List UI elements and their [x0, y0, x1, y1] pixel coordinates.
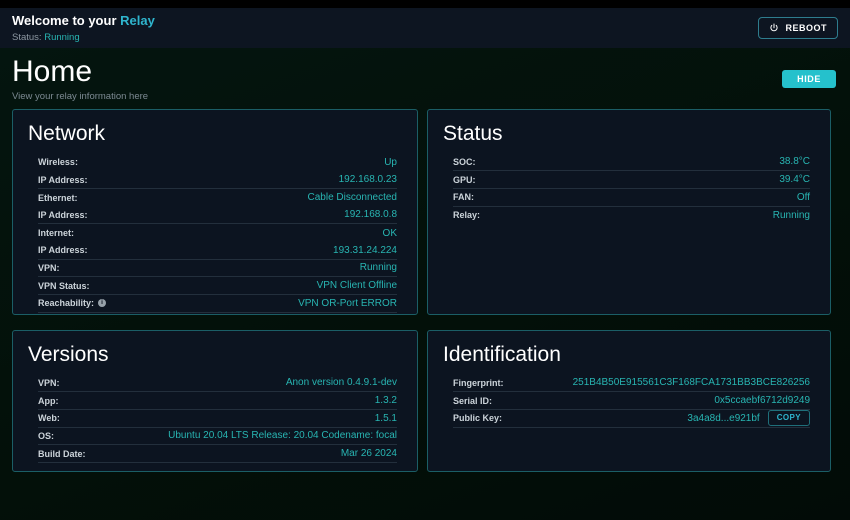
row-label: OS:: [38, 431, 54, 441]
row-value: 1.3.2: [375, 395, 397, 406]
row-label: Serial ID:: [453, 396, 492, 406]
identification-card: Identification Fingerprint: 251B4B50E915…: [427, 330, 831, 472]
row-label: IP Address:: [38, 175, 88, 185]
status-card-title: Status: [443, 122, 814, 146]
versions-card-title: Versions: [28, 343, 401, 367]
row-value: 193.31.24.224: [333, 245, 397, 256]
row-label: Public Key:: [453, 413, 502, 423]
info-icon[interactable]: i: [98, 299, 106, 307]
row-value: Ubuntu 20.04 LTS Release: 20.04 Codename…: [168, 430, 397, 441]
copy-button[interactable]: COPY: [768, 410, 810, 426]
row-label: Relay:: [453, 210, 480, 220]
row-value: Running: [360, 262, 397, 273]
row-value: Anon version 0.4.9.1-dev: [286, 377, 397, 388]
row-label: IP Address:: [38, 210, 88, 220]
row-internet: Internet: OK: [38, 224, 397, 242]
row-label: App:: [38, 396, 59, 406]
row-vpn: VPN: Running: [38, 260, 397, 278]
row-value: 39.4°C: [779, 174, 810, 185]
row-value: 192.168.0.8: [344, 209, 397, 220]
row-ethernet: Ethernet: Cable Disconnected: [38, 189, 397, 207]
row-value: 1.5.1: [375, 413, 397, 424]
row-wireless-ip: IP Address: 192.168.0.23: [38, 171, 397, 189]
row-value: Mar 26 2024: [341, 448, 397, 459]
row-value: 3a4a8d...e921bf: [687, 413, 759, 424]
row-label: GPU:: [453, 175, 476, 185]
reboot-label: REBOOT: [785, 23, 827, 33]
relay-status-line: Status: Running: [12, 32, 155, 43]
identification-rows: Fingerprint: 251B4B50E915561C3F168FCA173…: [453, 375, 810, 428]
hide-button[interactable]: HIDE: [782, 70, 836, 88]
cards-grid: Network Wireless: Up IP Address: 192.168…: [0, 102, 850, 472]
row-build-date: Build Date: Mar 26 2024: [38, 445, 397, 463]
top-bar: Welcome to your Relay Status: Running RE…: [0, 8, 850, 48]
main-content: Home View your relay information here HI…: [0, 48, 850, 520]
row-value: OK: [383, 228, 397, 239]
row-value: Off: [797, 192, 810, 203]
row-web-version: Web: 1.5.1: [38, 410, 397, 428]
row-label: SOC:: [453, 157, 476, 167]
versions-card: Versions VPN: Anon version 0.4.9.1-dev A…: [12, 330, 418, 472]
welcome-prefix: Welcome to your: [12, 13, 117, 28]
row-label: VPN:: [38, 263, 60, 273]
row-vpn-status: VPN Status: VPN Client Offline: [38, 277, 397, 295]
row-gpu: GPU: 39.4°C: [453, 171, 810, 189]
status-value: Running: [44, 32, 79, 43]
identification-card-title: Identification: [443, 343, 814, 367]
row-internet-ip: IP Address: 193.31.24.224: [38, 242, 397, 260]
row-label: IP Address:: [38, 245, 88, 255]
row-reachability: Reachability: i VPN OR-Port ERROR: [38, 295, 397, 313]
row-os-version: OS: Ubuntu 20.04 LTS Release: 20.04 Code…: [38, 428, 397, 446]
row-label: Build Date:: [38, 449, 86, 459]
row-public-key: Public Key: 3a4a8d...e921bf COPY: [453, 410, 810, 428]
status-card: Status SOC: 38.8°C GPU: 39.4°C FAN: Off …: [427, 109, 831, 315]
network-rows: Wireless: Up IP Address: 192.168.0.23 Et…: [38, 154, 397, 313]
row-value: 251B4B50E915561C3F168FCA1731BB3BCE826256: [573, 377, 810, 388]
row-fan: FAN: Off: [453, 189, 810, 207]
welcome-block: Welcome to your Relay Status: Running: [12, 13, 155, 42]
reachability-label: Reachability:: [38, 298, 94, 308]
status-rows: SOC: 38.8°C GPU: 39.4°C FAN: Off Relay: …: [453, 154, 810, 225]
row-label: Reachability: i: [38, 298, 106, 308]
row-value: Up: [384, 157, 397, 168]
row-wireless: Wireless: Up: [38, 154, 397, 172]
row-serial-id: Serial ID: 0x5ccaebf6712d9249: [453, 392, 810, 410]
row-value: 38.8°C: [779, 156, 810, 167]
versions-rows: VPN: Anon version 0.4.9.1-dev App: 1.3.2…: [38, 375, 397, 463]
row-app-version: App: 1.3.2: [38, 392, 397, 410]
status-label: Status:: [12, 32, 42, 43]
page-title: Home: [12, 56, 148, 88]
power-icon: [769, 23, 779, 33]
welcome-text: Welcome to your Relay: [12, 13, 155, 29]
row-label: Internet:: [38, 228, 74, 238]
row-label: Wireless:: [38, 157, 78, 167]
row-label: FAN:: [453, 192, 474, 202]
row-vpn-version: VPN: Anon version 0.4.9.1-dev: [38, 375, 397, 393]
row-fingerprint: Fingerprint: 251B4B50E915561C3F168FCA173…: [453, 375, 810, 393]
row-value: VPN Client Offline: [317, 280, 397, 291]
public-key-value-group: 3a4a8d...e921bf COPY: [687, 410, 810, 426]
row-value: VPN OR-Port ERROR: [298, 298, 397, 309]
row-label: VPN:: [38, 378, 60, 388]
network-card: Network Wireless: Up IP Address: 192.168…: [12, 109, 418, 315]
row-label: VPN Status:: [38, 281, 90, 291]
row-value: 0x5ccaebf6712d9249: [714, 395, 810, 406]
reboot-button[interactable]: REBOOT: [758, 17, 838, 39]
page-title-block: Home View your relay information here: [12, 56, 148, 102]
row-ethernet-ip: IP Address: 192.168.0.8: [38, 207, 397, 225]
welcome-relay-name: Relay: [120, 13, 155, 28]
row-soc: SOC: 38.8°C: [453, 154, 810, 172]
page-header: Home View your relay information here HI…: [0, 48, 850, 102]
row-value: Cable Disconnected: [308, 192, 398, 203]
page-subtitle: View your relay information here: [12, 91, 148, 102]
row-label: Fingerprint:: [453, 378, 504, 388]
row-value: Running: [773, 210, 810, 221]
row-relay: Relay: Running: [453, 207, 810, 225]
network-card-title: Network: [28, 122, 401, 146]
row-label: Ethernet:: [38, 193, 78, 203]
row-label: Web:: [38, 413, 60, 423]
row-value: 192.168.0.23: [339, 174, 397, 185]
